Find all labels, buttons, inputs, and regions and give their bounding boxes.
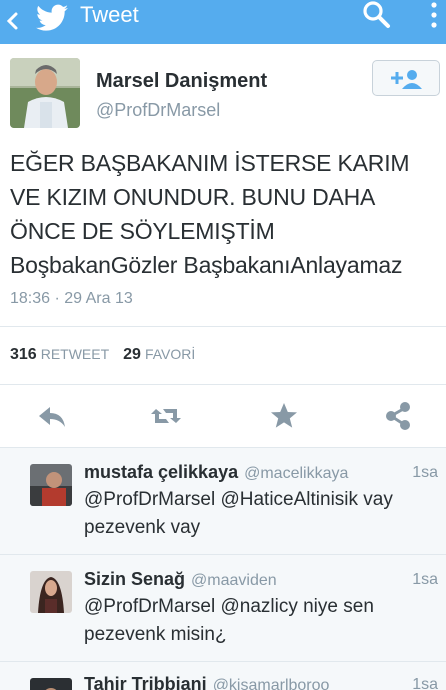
reply-time: 1sa: [412, 464, 438, 481]
reply-time: 1sa: [412, 676, 438, 690]
reply-text: @ProfDrMarsel @nazlicy niye sen pezevenk…: [84, 596, 374, 645]
reply-author-name[interactable]: mustafa çelikkaya: [84, 462, 238, 482]
reply-item[interactable]: Tahir Tribbiani @kisamarlboroo 1sa: [0, 662, 446, 690]
reply-time: 1sa: [412, 571, 438, 588]
reply-author: mustafa çelikkaya @macelikkaya: [84, 462, 348, 483]
reply-author: Tahir Tribbiani @kisamarlboroo: [84, 674, 329, 690]
author-name[interactable]: Marsel Danişment: [96, 70, 267, 93]
twitter-bird-icon: [36, 4, 68, 31]
engagement-counts: 316 RETWEET 29 FAVORİ: [10, 346, 195, 364]
reply-author-name[interactable]: Sizin Senağ: [84, 569, 185, 589]
share-icon[interactable]: [382, 400, 414, 432]
reply-author-handle[interactable]: @maaviden: [191, 572, 277, 589]
reply-author-handle[interactable]: @macelikkaya: [244, 465, 348, 482]
retweet-label[interactable]: RETWEET: [41, 346, 109, 362]
search-icon[interactable]: [360, 0, 394, 30]
retweet-count[interactable]: 316: [10, 346, 37, 363]
reply-author: Sizin Senağ @maaviden: [84, 569, 277, 590]
avatar[interactable]: [30, 571, 72, 613]
reply-item[interactable]: Sizin Senağ @maaviden 1sa @ProfDrMarsel @…: [0, 555, 446, 661]
tweet-text-line: BoşbakanGözler BaşbakanıAnlayamaz: [10, 252, 403, 278]
avatar[interactable]: [30, 678, 72, 690]
retweet-icon[interactable]: [150, 400, 182, 432]
reply-author-handle[interactable]: @kisamarlboroo: [213, 677, 330, 690]
reply-icon[interactable]: [36, 400, 68, 432]
favorite-count[interactable]: 29: [123, 346, 141, 363]
reply-author-name[interactable]: Tahir Tribbiani: [84, 674, 207, 690]
favorite-star-icon[interactable]: [268, 400, 300, 432]
more-vertical-icon[interactable]: [428, 0, 440, 34]
top-app-bar: Tweet: [0, 0, 446, 44]
chevron-left-icon[interactable]: [4, 6, 20, 36]
tweet-text-line: ÖNCE DE SÖYLEMIŞTİM: [10, 218, 275, 244]
tweet-text-line: EĞER BAŞBAKANIM İSTERSE KARIM: [10, 150, 410, 176]
reply-item[interactable]: mustafa çelikkaya @macelikkaya 1sa @ProfD…: [0, 448, 446, 554]
reply-text: @ProfDrMarsel @HaticeAltinisik vay pezev…: [84, 489, 393, 538]
favorite-label[interactable]: FAVORİ: [145, 346, 195, 362]
add-user-icon: [391, 70, 422, 89]
page-title: Tweet: [80, 2, 139, 27]
tweet-text-line: VE KIZIM ONUNDUR. BUNU DAHA: [10, 184, 376, 210]
divider: [0, 384, 446, 385]
divider: [0, 326, 446, 327]
tweet-timestamp: 18:36 · 29 Ara 13: [10, 290, 133, 307]
avatar[interactable]: [10, 58, 80, 128]
avatar[interactable]: [30, 464, 72, 506]
follow-button[interactable]: [372, 60, 440, 96]
tweet-text: EĞER BAŞBAKANIM İSTERSE KARIM VE KIZIM O…: [10, 146, 442, 282]
author-handle[interactable]: @ProfDrMarsel: [96, 100, 220, 121]
